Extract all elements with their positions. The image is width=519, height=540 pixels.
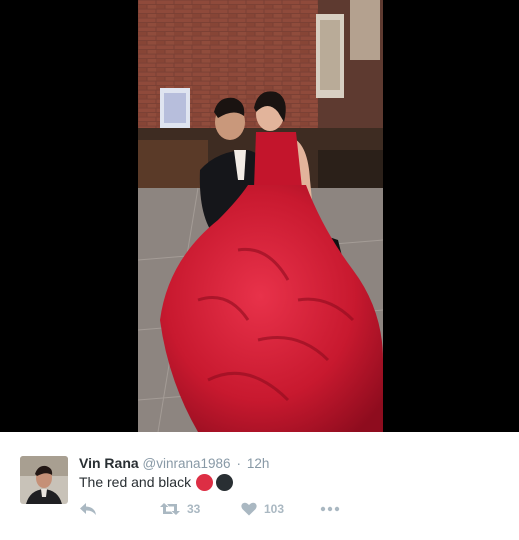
- retweet-count: 33: [187, 502, 201, 516]
- tweet-text-content: The red and black: [79, 474, 192, 490]
- tweet-header: Vin Rana @vinrana1986 · 12h: [79, 454, 269, 473]
- user-handle[interactable]: @vinrana1986: [143, 456, 231, 471]
- more-dots-icon: [320, 506, 340, 512]
- tweet-photo[interactable]: [138, 0, 383, 432]
- reply-icon: [80, 503, 96, 515]
- tweet-media[interactable]: [0, 0, 519, 432]
- tweet-text: The red and black: [79, 472, 234, 492]
- reply-button[interactable]: [79, 502, 97, 516]
- display-name[interactable]: Vin Rana: [79, 455, 139, 471]
- red-circle-icon: [196, 473, 214, 491]
- separator: ·: [236, 456, 241, 471]
- like-button[interactable]: 103: [241, 502, 284, 516]
- tweet-actions: 33 103: [79, 502, 379, 520]
- photo-illustration: [138, 0, 383, 432]
- retweet-icon: [160, 503, 180, 515]
- retweet-button[interactable]: 33: [160, 502, 200, 516]
- avatar-image: [20, 456, 68, 504]
- heart-icon: [241, 502, 257, 516]
- more-button[interactable]: [320, 505, 340, 513]
- timestamp[interactable]: 12h: [247, 456, 270, 471]
- black-circle-icon: [216, 473, 234, 491]
- like-count: 103: [264, 502, 285, 516]
- avatar[interactable]: [20, 456, 68, 504]
- tweet-footer: Vin Rana @vinrana1986 · 12h The red and …: [0, 432, 519, 540]
